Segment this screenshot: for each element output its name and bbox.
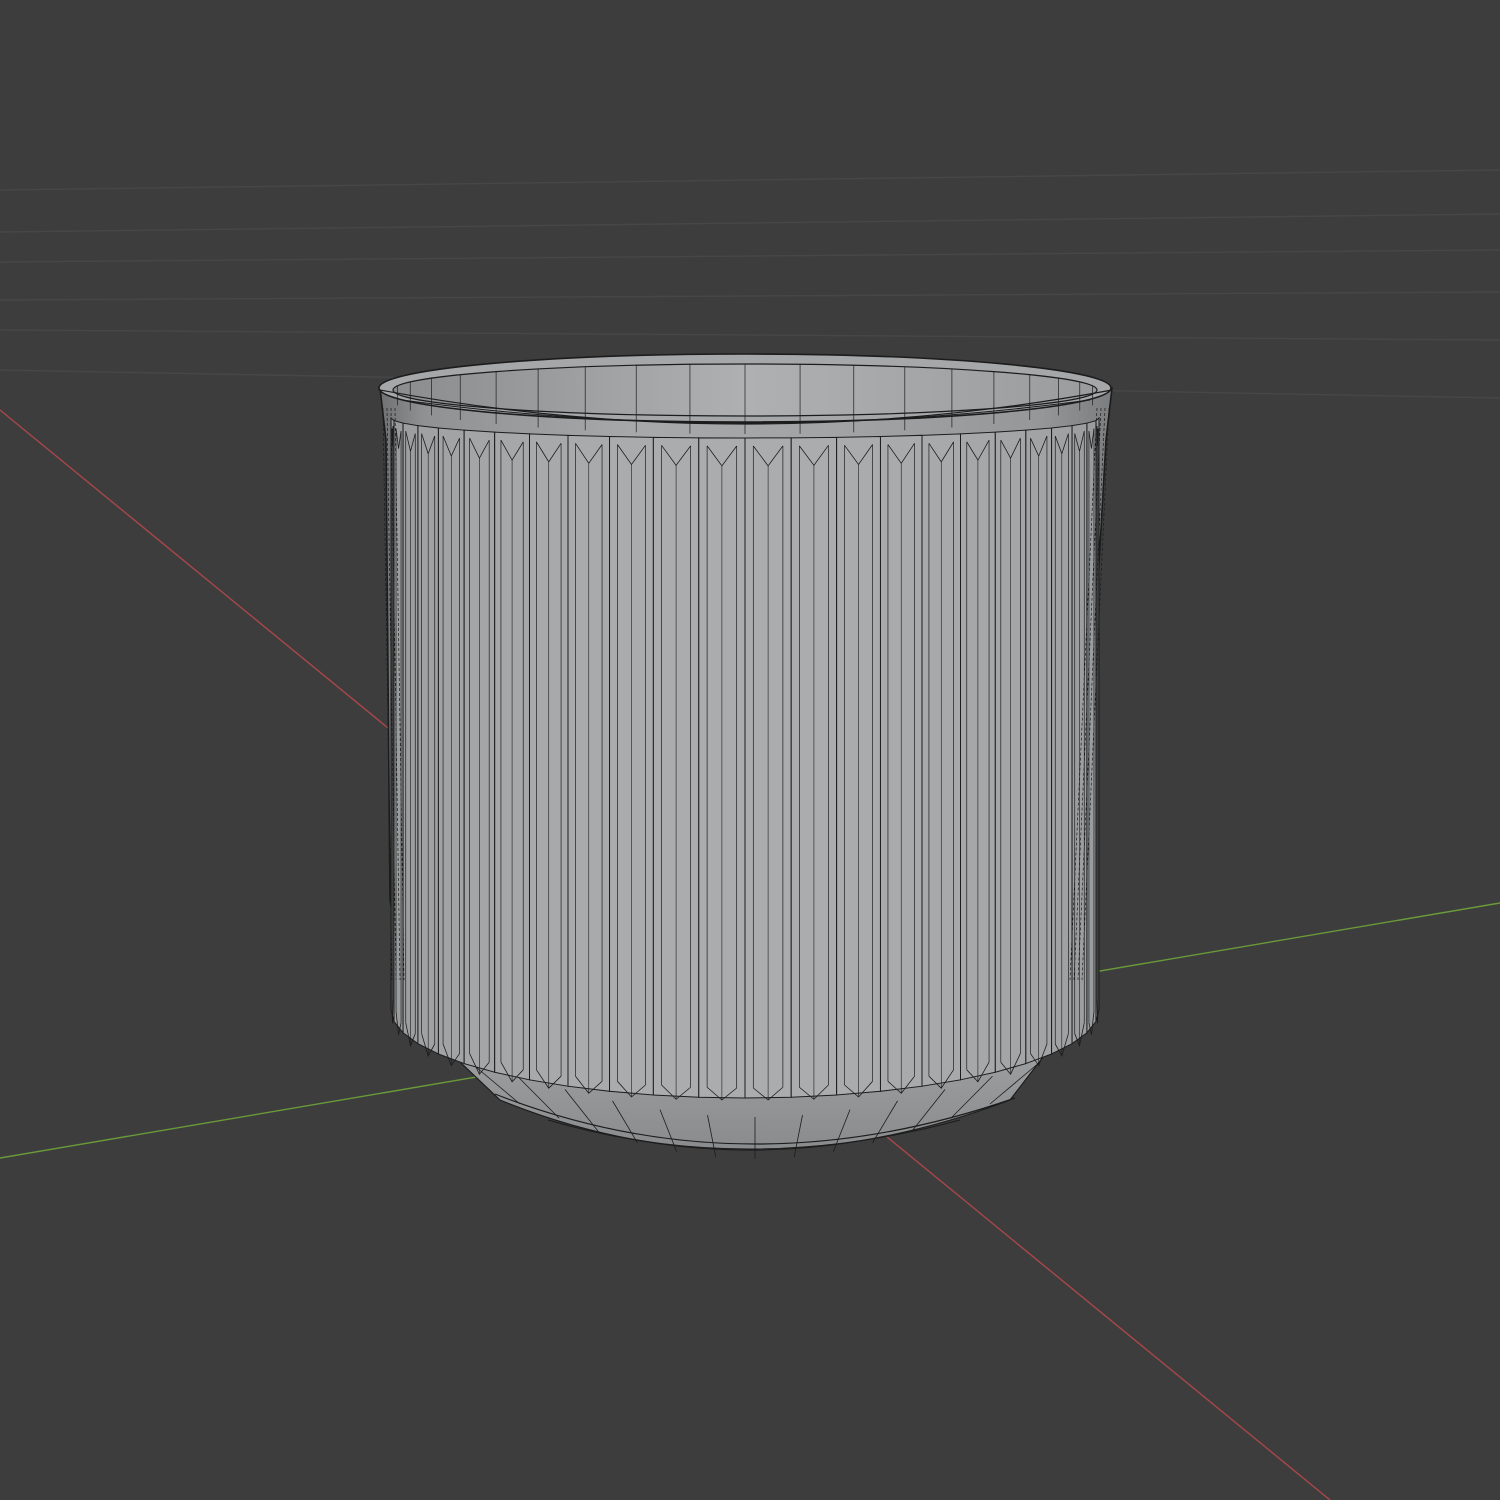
grid-line <box>0 329 1500 341</box>
viewport-scene[interactable] <box>0 0 1500 1500</box>
grid-line <box>0 213 1500 233</box>
grid-line <box>0 249 1500 263</box>
flute-panel <box>1086 419 1097 1035</box>
grid-line <box>0 291 1500 301</box>
flute-panel <box>393 419 404 1035</box>
grid-line <box>0 169 1500 191</box>
planter-pot-mesh[interactable] <box>378 353 1113 1159</box>
3d-viewport[interactable] <box>0 0 1500 1500</box>
